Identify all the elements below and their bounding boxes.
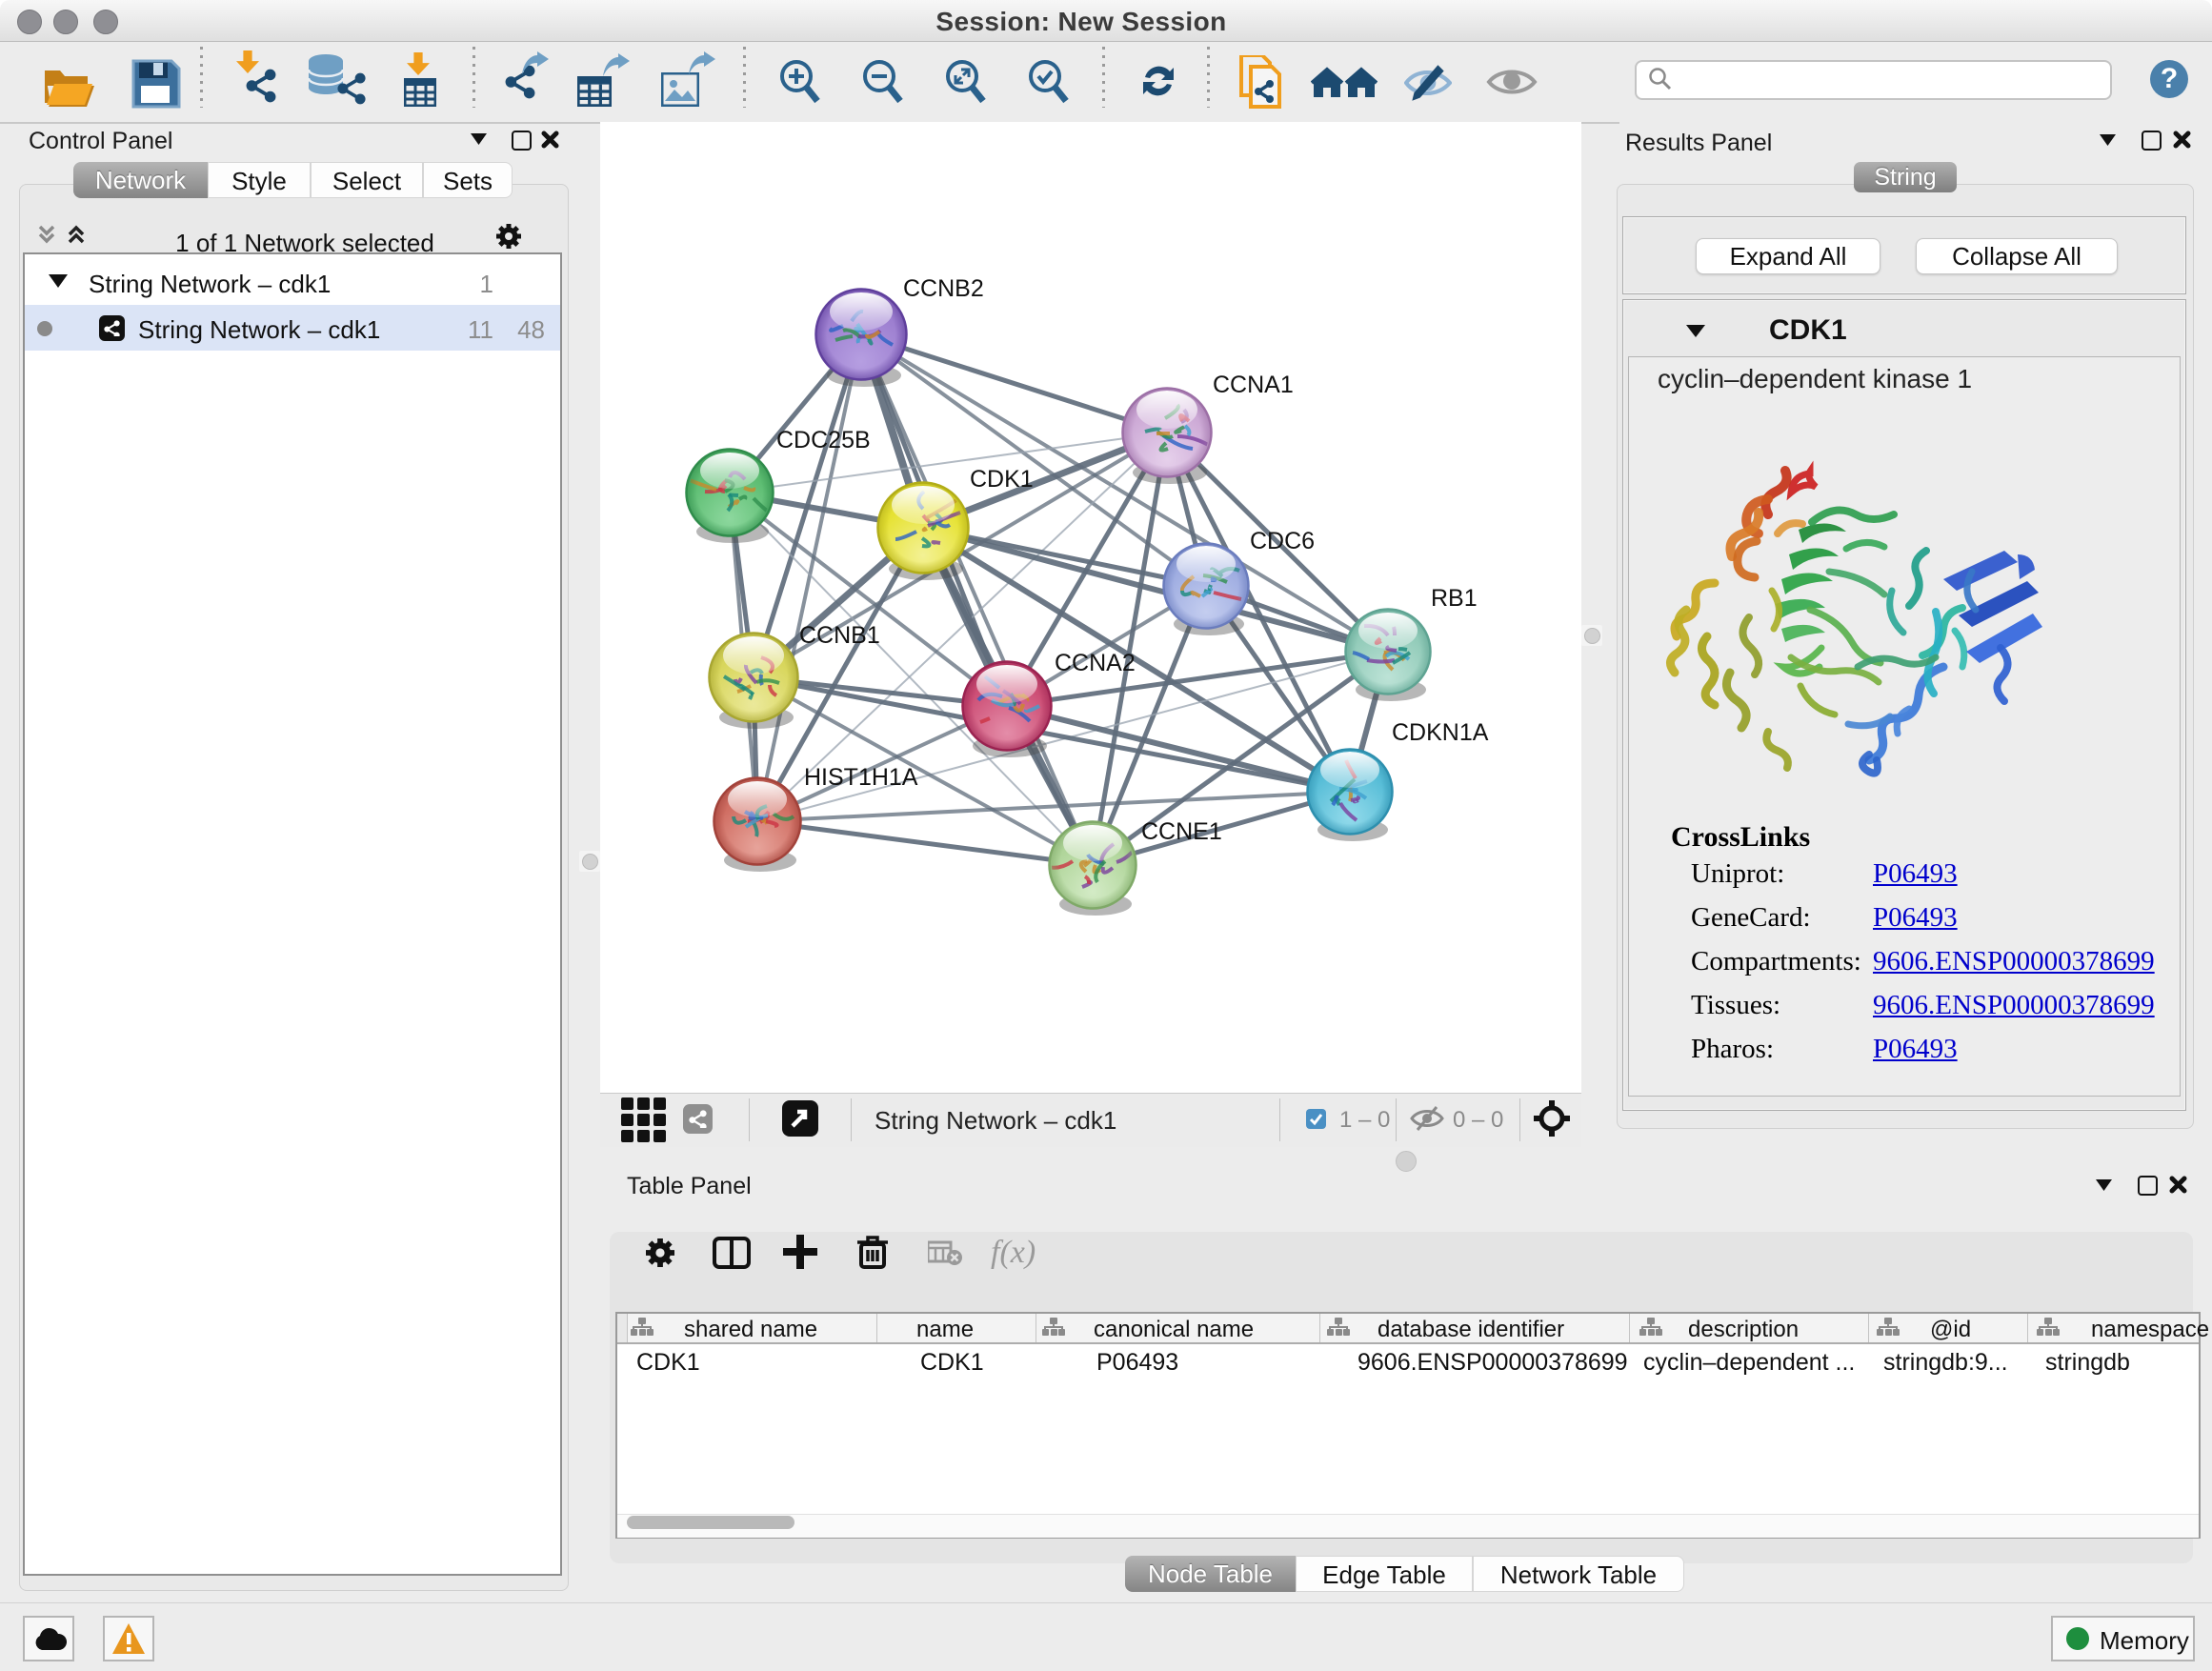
svg-text:CDK1: CDK1 (970, 466, 1034, 493)
svg-text:CDC25B: CDC25B (776, 427, 871, 453)
svg-text:HIST1H1A: HIST1H1A (804, 764, 918, 791)
svg-text:CCNA2: CCNA2 (1055, 650, 1136, 676)
svg-text:CDKN1A: CDKN1A (1392, 719, 1489, 746)
svg-text:CCNB2: CCNB2 (903, 275, 984, 302)
svg-text:CCNE1: CCNE1 (1141, 818, 1222, 845)
svg-text:RB1: RB1 (1431, 585, 1478, 612)
svg-text:CCNA1: CCNA1 (1213, 372, 1294, 398)
svg-text:CDC6: CDC6 (1250, 528, 1315, 554)
svg-text:CCNB1: CCNB1 (799, 622, 880, 649)
